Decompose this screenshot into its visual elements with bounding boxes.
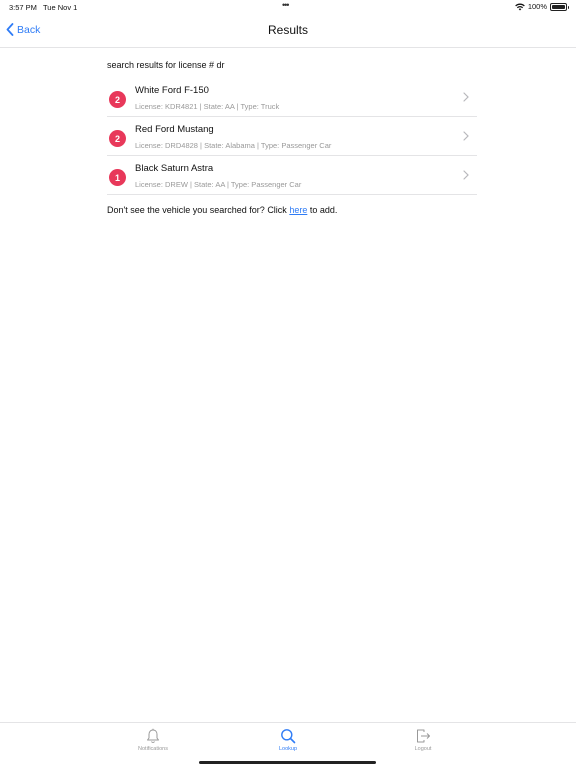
multitasking-dots[interactable]: •••	[282, 0, 290, 10]
vehicle-title: White Ford F-150	[135, 85, 209, 96]
wifi-icon	[515, 3, 525, 10]
add-note-prefix: Don't see the vehicle you searched for? …	[107, 205, 290, 215]
page-title: Results	[267, 23, 308, 37]
home-indicator[interactable]	[199, 761, 376, 764]
search-icon	[281, 729, 296, 744]
vehicle-title: Red Ford Mustang	[135, 124, 214, 135]
results-list: 2 White Ford F-150 License: KDR4821 | St…	[107, 78, 477, 195]
vehicle-detail: License: KDR4821 | State: AA | Type: Tru…	[135, 102, 280, 111]
battery-icon	[550, 2, 569, 11]
chevron-right-icon	[463, 170, 469, 180]
vehicle-detail: License: DRD4828 | State: Alabama | Type…	[135, 141, 332, 150]
count-badge: 2	[109, 91, 126, 108]
vehicle-detail: License: DREW | State: AA | Type: Passen…	[135, 180, 302, 189]
status-bar: 3:57 PM Tue Nov 1 ••• 100%	[0, 0, 576, 14]
search-summary: search results for license # dr	[107, 60, 225, 70]
status-date: Tue Nov 1	[43, 3, 78, 12]
navigation-bar: Back Results	[0, 14, 576, 48]
tab-logout[interactable]: Logout	[393, 728, 453, 752]
chevron-right-icon	[463, 92, 469, 102]
add-vehicle-note: Don't see the vehicle you searched for? …	[107, 205, 337, 215]
add-vehicle-link[interactable]: here	[289, 205, 307, 215]
tab-notifications[interactable]: Notifications	[123, 728, 183, 752]
battery-percent: 100%	[527, 2, 547, 11]
tab-lookup[interactable]: Lookup	[258, 728, 318, 752]
result-row[interactable]: 1 Black Saturn Astra License: DREW | Sta…	[107, 156, 477, 195]
status-time: 3:57 PM	[9, 3, 37, 12]
logout-icon	[417, 729, 430, 743]
chevron-right-icon	[463, 131, 469, 141]
tab-label: Lookup	[278, 746, 298, 752]
vehicle-title: Black Saturn Astra	[135, 163, 214, 174]
bell-icon	[147, 728, 159, 744]
result-row[interactable]: 2 Red Ford Mustang License: DRD4828 | St…	[107, 117, 477, 156]
status-indicators: 100%	[515, 2, 569, 11]
count-badge: 2	[109, 130, 126, 147]
result-row[interactable]: 2 White Ford F-150 License: KDR4821 | St…	[107, 78, 477, 117]
results-screen: 3:57 PM Tue Nov 1 ••• 100% Back Results …	[0, 0, 576, 768]
count-badge: 1	[109, 169, 126, 186]
add-note-suffix: to add.	[307, 205, 338, 215]
tab-label: Logout	[414, 746, 432, 752]
tab-label: Notifications	[138, 746, 168, 752]
